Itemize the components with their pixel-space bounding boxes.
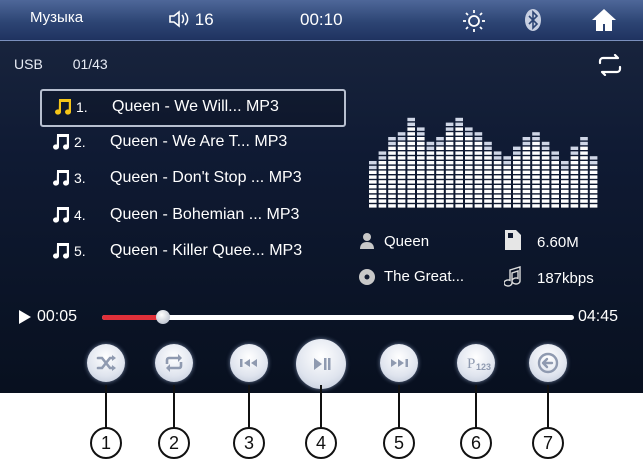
volume-indicator[interactable]: 16 [168,10,214,30]
volume-level: 16 [194,10,214,29]
playlist-item[interactable]: 4. Queen - Bohemian ... MP3 [40,199,342,233]
track-number: 5. [74,243,86,259]
progress-handle[interactable] [156,310,171,324]
callout-number: 3 [233,427,265,459]
brightness-icon[interactable] [462,9,486,33]
music-player-screen: Музыка 16 00:10 USB 01/43 1. Queen - We … [0,0,643,393]
skip-back-icon [240,359,257,367]
next-button[interactable] [380,344,418,382]
play-pause-button[interactable] [296,339,346,389]
svg-text:P: P [467,356,475,372]
track-title: Queen - We Will... MP3 [112,98,279,115]
callout-number: 7 [532,427,564,459]
track-title: Queen - Don't Stop ... MP3 [110,169,302,186]
home-icon[interactable] [590,7,618,33]
source-name: USB [14,56,43,72]
track-title: Queen - We Are T... MP3 [110,132,288,150]
track-title: Queen - Bohemian ... MP3 [110,205,300,223]
bluetooth-icon[interactable] [523,8,543,32]
p123-icon: P 123 [467,356,491,372]
playlist-item[interactable]: 1. Queen - We Will... MP3 [40,89,346,127]
callout-number: 6 [460,427,492,459]
progress-fill [102,315,164,320]
previous-button[interactable] [230,344,268,382]
elapsed-time: 00:05 [37,308,78,325]
shuffle-button[interactable] [87,344,125,382]
album-icon [359,269,375,285]
callout-line [475,385,477,428]
repeat-mode-icon[interactable] [595,54,625,76]
track-number: 3. [74,170,86,186]
clock: 00:10 [300,10,343,29]
speaker-icon [169,10,189,28]
repeat-icon [165,354,183,372]
file-size: 6.60M [537,234,579,251]
callout-line [547,385,549,428]
callout-line [248,385,250,428]
track-position: 01/43 [72,56,108,72]
bitrate: 187kbps [537,270,594,287]
back-button[interactable] [529,344,567,382]
play-state-icon [19,310,31,324]
number-input-button[interactable]: P 123 [457,344,495,382]
artist-icon [360,233,374,249]
music-note-icon [55,99,72,115]
spectrum-visualizer [369,117,598,208]
callout-line [320,385,322,428]
music-note-icon [53,133,70,150]
track-number: 1. [76,99,88,115]
music-note-icon [53,206,70,223]
file-icon [505,230,521,250]
music-note-icon [53,243,70,259]
music-note-icon [504,266,521,287]
track-number: 4. [74,206,86,223]
playlist-item[interactable]: 5. Queen - Killer Quee... MP3 [40,235,342,269]
music-note-icon [53,170,70,186]
track-title: Queen - Killer Quee... MP3 [110,242,303,259]
callout-line [105,385,107,428]
svg-text:123: 123 [476,362,491,372]
album-name: The Great... [384,268,465,285]
repeat-button[interactable] [155,344,193,382]
progress-area: 00:05 04:45 [0,302,643,332]
callout-number: 4 [305,427,337,459]
back-arrow-icon [537,352,559,374]
shuffle-icon [96,355,116,371]
track-number: 2. [74,133,86,150]
playlist-item[interactable]: 3. Queen - Don't Stop ... MP3 [40,162,342,196]
total-time: 04:45 [578,308,619,325]
play-pause-icon [314,358,331,370]
status-bar: Музыка 16 00:10 [0,0,643,41]
artist-name: Queen [384,233,430,250]
callout-line [398,385,400,428]
callout-number: 5 [383,427,415,459]
skip-forward-icon [391,359,408,367]
callout-line [173,385,175,428]
app-title: Музыка [30,9,84,26]
callout-number: 1 [90,427,122,459]
source-info: USB 01/43 [14,56,134,72]
playlist-item[interactable]: 2. Queen - We Are T... MP3 [40,126,342,160]
callout-number: 2 [158,427,190,459]
progress-track[interactable] [102,310,574,324]
